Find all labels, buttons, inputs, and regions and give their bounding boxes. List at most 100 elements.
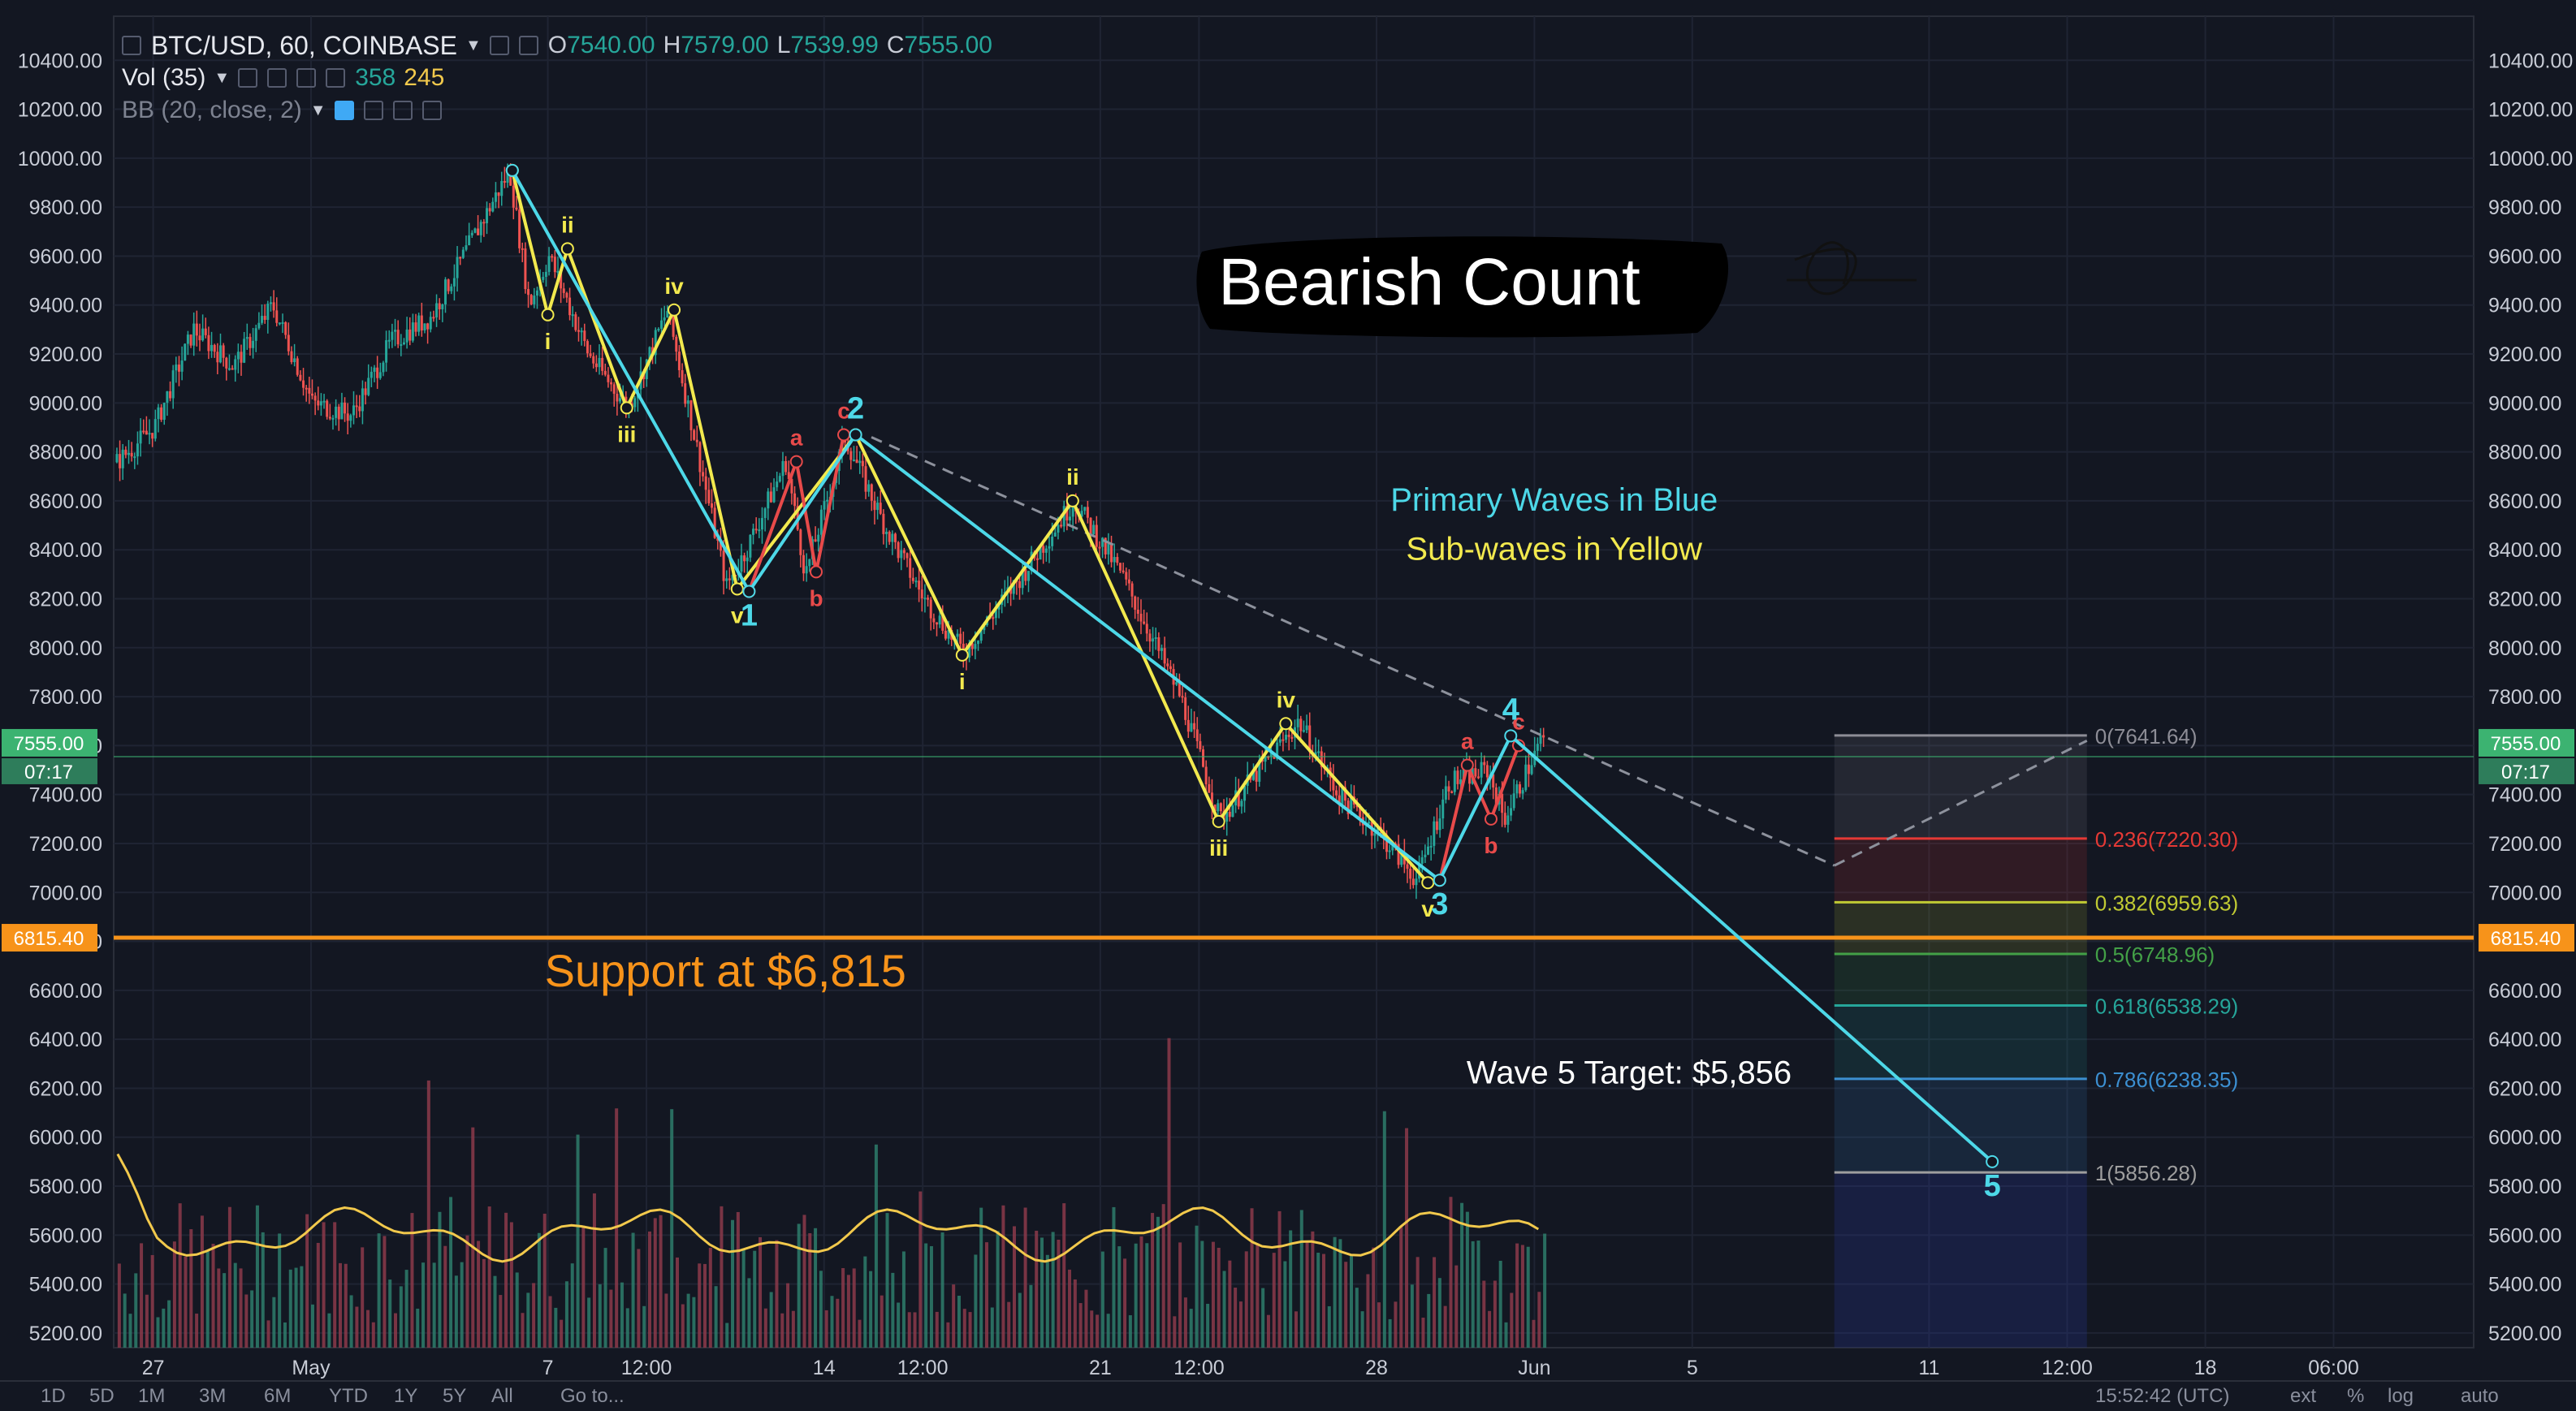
candle-body [852,460,855,462]
interval-1m[interactable]: 1M [138,1385,165,1408]
y-tick-right: 5800.00 [2488,1176,2561,1198]
sub-wave-pivot[interactable] [1212,814,1225,828]
candle-body [1453,770,1456,792]
chevron-down-icon[interactable]: ▼ [465,37,482,55]
sub-wave-pivot[interactable] [1065,494,1079,507]
candle-body [1195,729,1199,741]
corrective-wave-pivot[interactable] [837,428,851,442]
candle-body [754,529,758,531]
sub-wave-pivot[interactable] [1421,876,1435,890]
clock-time[interactable]: 15:52:42 (UTC) [2095,1385,2229,1408]
settings-icon[interactable] [267,68,287,88]
corrective-wave-label: a [1461,729,1474,754]
symbol-label[interactable]: BTC/USD, 60, COINBASE [151,31,457,61]
candle-body [1278,739,1282,743]
auto-toggle[interactable]: auto [2461,1385,2499,1408]
corrective-wave-pivot[interactable] [1484,812,1498,826]
log-toggle[interactable]: log [2388,1385,2414,1408]
volume-label[interactable]: Vol (35) [122,64,205,92]
candle-body [594,363,598,368]
candle-body [1536,744,1539,751]
interval-1y[interactable]: 1Y [394,1385,417,1408]
candle-body [1071,507,1074,517]
primary-wave-pivot[interactable] [849,428,862,442]
sub-wave-pivot[interactable] [620,401,633,415]
candle-body [317,400,320,406]
candle-body [243,339,246,363]
sub-wave-pivot[interactable] [955,648,969,662]
y-tick-left: 7200.00 [29,833,102,856]
candle-body [438,303,441,309]
eye-icon[interactable] [334,101,354,120]
corrective-wave-pivot[interactable] [1460,758,1474,772]
interval-5y[interactable]: 5Y [443,1385,466,1408]
sub-wave-pivot[interactable] [541,308,555,321]
interval-3m[interactable]: 3M [199,1385,226,1408]
close-icon[interactable] [421,101,442,120]
chevron-down-icon[interactable]: ▼ [214,69,230,88]
chevron-down-icon[interactable]: ▼ [310,101,326,120]
candle-body [236,352,240,360]
primary-wave-pivot[interactable] [742,585,756,598]
hide-icon[interactable] [518,36,538,55]
candle-body [758,529,761,532]
sub-wave-pivot[interactable] [730,582,744,596]
sub-wave-pivot[interactable] [668,303,681,317]
price-chart[interactable]: 0(7641.64) 0.236(7220.30) 0.382(6959.63) 0.… [0,0,2576,1409]
volume-bar [1443,1305,1447,1348]
candle-body [817,534,820,542]
volume-bar [714,1286,718,1348]
candle-body [885,531,888,534]
corrective-wave-pivot[interactable] [789,455,803,468]
candle-body [935,622,938,625]
candle-body [1110,543,1113,563]
candle-body [488,208,491,212]
sub-wave-pivot[interactable] [560,242,574,256]
interval-5d[interactable]: 5D [89,1385,115,1408]
candle-body [216,352,219,363]
candle-body [473,228,477,233]
volume-bar [1228,1260,1232,1348]
close-icon[interactable] [326,68,346,88]
primary-wave-pivot[interactable] [1433,874,1446,887]
corrective-wave-pivot[interactable] [809,565,823,579]
candle-body [396,330,400,345]
candle-body [426,323,430,330]
volume-bar [708,1248,712,1348]
candle-body [184,343,187,361]
collapse-icon[interactable] [122,36,141,55]
interval-6m[interactable]: 6M [264,1385,291,1408]
volume-bar [471,1127,475,1348]
candle-body [521,248,524,250]
y-tick-left: 10000.00 [18,148,102,170]
interval-all[interactable]: All [491,1385,513,1408]
candle-body [180,360,184,372]
high-value: 7579.00 [681,32,769,58]
interval-1d[interactable]: 1D [41,1385,66,1408]
candle-body [897,542,900,559]
sub-wave-pivot[interactable] [1279,717,1293,731]
interval-ytd[interactable]: YTD [329,1385,368,1408]
y-tick-left: 5600.00 [29,1224,102,1247]
ext-toggle[interactable]: ext [2290,1385,2316,1408]
settings-icon[interactable] [489,36,509,55]
annotation-text: Wave 5 Target: $5,856 [1467,1055,1792,1090]
candle-body [1042,546,1045,553]
candle-body [373,367,376,372]
candle-body [515,207,518,210]
candle-body [349,415,352,421]
settings-icon[interactable] [363,101,383,120]
x-tick-label: 5 [1687,1357,1698,1379]
primary-wave-pivot[interactable] [505,163,519,177]
volume-bar [940,1232,944,1348]
volume-bar [1465,1211,1469,1348]
add-icon[interactable] [296,68,317,88]
add-icon[interactable] [392,101,413,120]
percent-toggle[interactable]: % [2347,1385,2364,1408]
goto-button[interactable]: Go to... [560,1385,625,1408]
y-tick-left: 9200.00 [29,343,102,366]
fib-zone [1834,953,2087,1006]
primary-wave-pivot[interactable] [1986,1154,1999,1168]
eye-icon[interactable] [238,68,258,88]
bb-label[interactable]: BB (20, close, 2) [122,97,302,124]
